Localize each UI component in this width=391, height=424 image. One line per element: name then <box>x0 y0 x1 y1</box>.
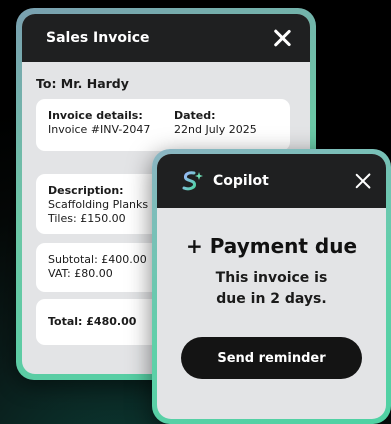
copilot-name: Copilot <box>213 173 269 189</box>
copilot-window: Copilot + Payment due This invoice is du… <box>152 149 391 424</box>
payment-message-prefix: due in <box>216 291 271 307</box>
payment-due-message: This invoice is due in 2 days. <box>157 268 386 310</box>
close-icon[interactable] <box>272 28 292 48</box>
invoice-recipient: To: Mr. Hardy <box>36 76 129 91</box>
send-reminder-button[interactable]: Send reminder <box>181 337 362 379</box>
payment-message-line-1: This invoice is <box>215 270 328 286</box>
invoice-details-label: Invoice details: <box>48 109 143 122</box>
invoice-details-card: Invoice details: Invoice #INV-2047 Dated… <box>36 99 290 151</box>
invoice-date: 22nd July 2025 <box>174 123 257 136</box>
copilot-brand: Copilot <box>179 168 269 194</box>
payment-message-line-2: due in 2 days. <box>157 289 386 310</box>
invoice-number: Invoice #INV-2047 <box>48 123 151 136</box>
payment-due-days: 2 days. <box>270 291 327 307</box>
dated-label: Dated: <box>174 109 216 122</box>
copilot-header: Copilot <box>157 154 386 208</box>
sales-invoice-title: Sales Invoice <box>46 30 150 46</box>
payment-due-title: + Payment due <box>185 234 358 258</box>
sales-invoice-header: Sales Invoice <box>22 14 310 62</box>
copilot-logo-icon <box>182 171 203 191</box>
total-value: Total: £480.00 <box>48 315 137 328</box>
copilot-panel: Copilot + Payment due This invoice is du… <box>157 154 386 419</box>
close-icon[interactable] <box>354 172 372 190</box>
